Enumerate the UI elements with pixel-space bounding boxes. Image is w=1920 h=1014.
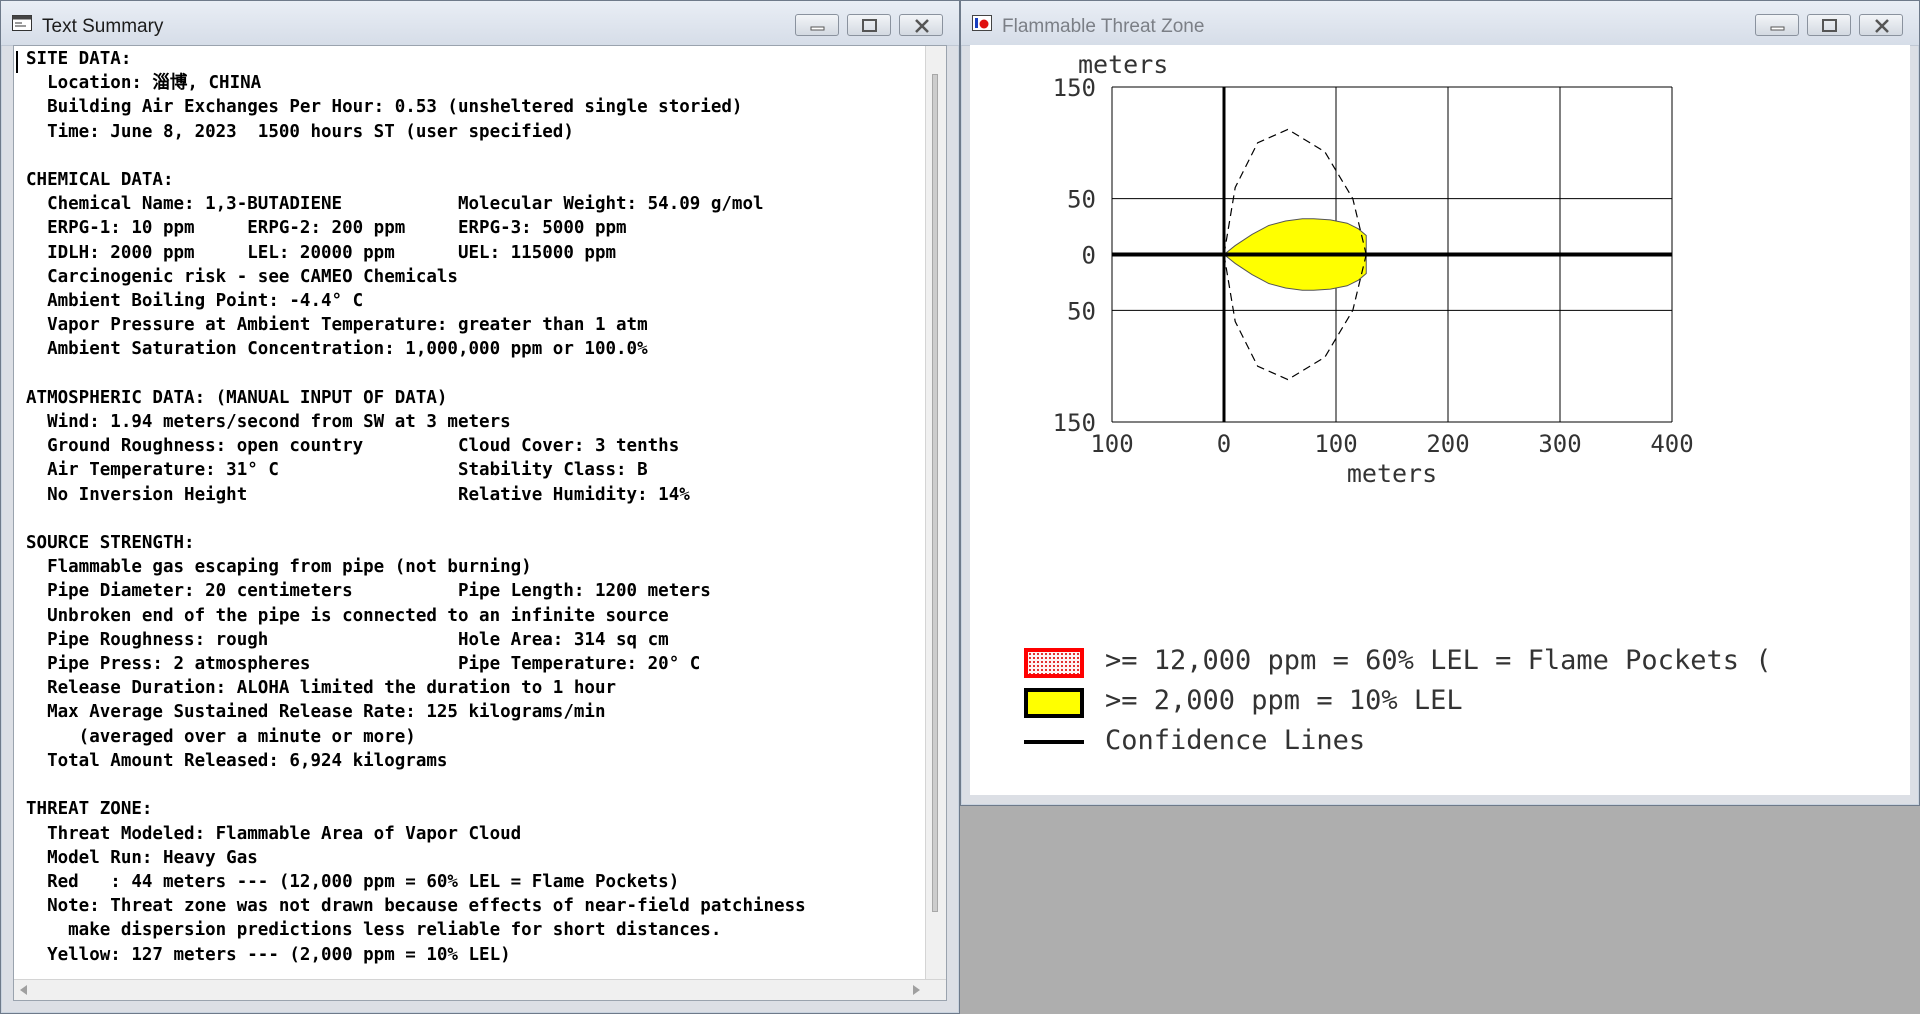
summary-line: THREAT ZONE: <box>26 799 153 820</box>
minimize-button[interactable] <box>1755 14 1799 36</box>
text-summary-window: Text Summary SITE DATA: Location: 淄博, CH… <box>0 0 960 1014</box>
x-tick-label: 100 <box>1314 430 1357 458</box>
threat-zone-chart: 15050050150100 0 100 200 300 400metersmeters <box>1053 50 1694 488</box>
summary-line: Yellow: 127 meters --- (2,000 ppm = 10% … <box>47 944 511 965</box>
y-tick-label: 50 <box>1067 186 1096 214</box>
maximize-button[interactable] <box>847 14 891 36</box>
summary-line: Location: 淄博, CHINA <box>47 73 262 94</box>
horizontal-scrollbar[interactable] <box>14 979 946 1000</box>
threat-zone-plot-area: 150 50 0 50 150 100 0 100 200 300 400 meters meters … <box>970 45 1910 795</box>
scroll-left-icon[interactable] <box>20 985 27 995</box>
x-tick-label: 300 <box>1538 430 1581 458</box>
legend-label-yellow: >= 2,000 ppm = 10% LEL <box>1105 685 1463 716</box>
summary-line: CHEMICAL DATA: <box>26 170 174 191</box>
summary-line: Chemical Name: 1,3-BUTADIENE Molecular W… <box>47 194 764 215</box>
summary-line: SITE DATA: <box>26 49 132 69</box>
maximize-icon <box>1822 19 1837 32</box>
x-tick-label: 0 <box>1217 430 1231 458</box>
summary-line: ATMOSPHERIC DATA: (MANUAL INPUT OF DATA) <box>26 387 448 408</box>
text-summary-content[interactable]: SITE DATA: Location: 淄博, CHINA Building … <box>13 45 947 1001</box>
legend-label-red: >= 12,000 ppm = 60% LEL = Flame Pockets … <box>1105 645 1772 676</box>
y-tick-label: 0 <box>1082 242 1096 270</box>
x-axis-title: meters <box>1347 459 1437 488</box>
close-icon <box>1875 19 1889 33</box>
minimize-button[interactable] <box>795 14 839 36</box>
summary-line: Carcinogenic risk - see CAMEO Chemicals <box>47 266 458 287</box>
summary-line: Ambient Saturation Concentration: 1,000,… <box>47 339 648 360</box>
close-button[interactable] <box>899 14 943 36</box>
scroll-right-icon[interactable] <box>913 985 920 995</box>
summary-line: Pipe Press: 2 atmospheres Pipe Temperatu… <box>47 654 701 675</box>
text-caret <box>16 51 18 73</box>
summary-line: Ground Roughness: open country Cloud Cov… <box>47 436 680 457</box>
minimize-icon <box>1770 26 1785 31</box>
summary-line: Pipe Diameter: 20 centimeters Pipe Lengt… <box>47 581 711 602</box>
summary-line: ERPG-1: 10 ppm ERPG-2: 200 ppm ERPG-3: 5… <box>47 218 627 239</box>
summary-line: Threat Modeled: Flammable Area of Vapor … <box>47 823 522 844</box>
legend-swatch-confidence-line <box>1024 740 1084 744</box>
summary-line: Red : 44 meters --- (12,000 ppm = 60% LE… <box>47 871 680 892</box>
legend-swatch-yellow <box>1024 688 1084 718</box>
summary-text: SITE DATA: Location: 淄博, CHINA Building … <box>26 47 806 967</box>
legend-label-confidence: Confidence Lines <box>1105 725 1366 756</box>
summary-line: No Inversion Height Relative Humidity: 1… <box>47 484 690 505</box>
summary-line: Wind: 1.94 meters/second from SW at 3 me… <box>47 412 511 433</box>
summary-line: Ambient Boiling Point: -4.4° C <box>47 291 364 312</box>
summary-line: Total Amount Released: 6,924 kilograms <box>47 750 448 771</box>
summary-line: Air Temperature: 31° C Stability Class: … <box>47 460 648 481</box>
threat-zone-titlebar[interactable]: Flammable Threat Zone <box>961 1 1919 46</box>
close-button[interactable] <box>1859 14 1903 36</box>
summary-line: Vapor Pressure at Ambient Temperature: g… <box>47 315 648 336</box>
document-window-icon <box>12 15 32 31</box>
x-tick-label: 100 <box>1090 430 1133 458</box>
close-icon <box>915 19 929 33</box>
summary-line: SOURCE STRENGTH: <box>26 533 195 554</box>
y-axis-title: meters <box>1078 50 1168 79</box>
text-summary-titlebar[interactable]: Text Summary <box>1 1 959 46</box>
summary-line: (averaged over a minute or more) <box>78 726 416 747</box>
maximize-button[interactable] <box>1807 14 1851 36</box>
summary-line: Time: June 8, 2023 1500 hours ST (user s… <box>47 121 574 142</box>
desktop-background <box>960 806 1920 1014</box>
threat-zone-window: Flammable Threat Zone 150 50 0 50 150 100 0 100… <box>960 0 1920 806</box>
summary-line: Model Run: Heavy Gas <box>47 847 258 868</box>
maximize-icon <box>862 19 877 32</box>
summary-line: IDLH: 2000 ppm LEL: 20000 ppm UEL: 11500… <box>47 242 617 263</box>
minimize-icon <box>810 26 825 31</box>
window-title: Text Summary <box>42 16 164 37</box>
summary-line: Unbroken end of the pipe is connected to… <box>47 605 669 626</box>
summary-line: Pipe Roughness: rough Hole Area: 314 sq … <box>47 629 669 650</box>
threat-zone-app-icon <box>972 15 992 31</box>
vertical-scrollbar[interactable] <box>925 46 946 980</box>
summary-line: make dispersion predictions less reliabl… <box>68 920 722 941</box>
summary-line: Flammable gas escaping from pipe (not bu… <box>47 557 532 578</box>
summary-line: Note: Threat zone was not drawn because … <box>47 896 806 917</box>
summary-line: Building Air Exchanges Per Hour: 0.53 (u… <box>47 97 743 118</box>
summary-line: Release Duration: ALOHA limited the dura… <box>47 678 617 699</box>
x-tick-label: 400 <box>1650 430 1693 458</box>
window-title: Flammable Threat Zone <box>1002 16 1205 37</box>
x-tick-label: 200 <box>1426 430 1469 458</box>
vertical-scroll-thumb[interactable] <box>932 74 938 912</box>
summary-line: Max Average Sustained Release Rate: 125 … <box>47 702 606 723</box>
y-tick-label: 50 <box>1067 297 1096 325</box>
legend-swatch-red <box>1024 648 1084 678</box>
